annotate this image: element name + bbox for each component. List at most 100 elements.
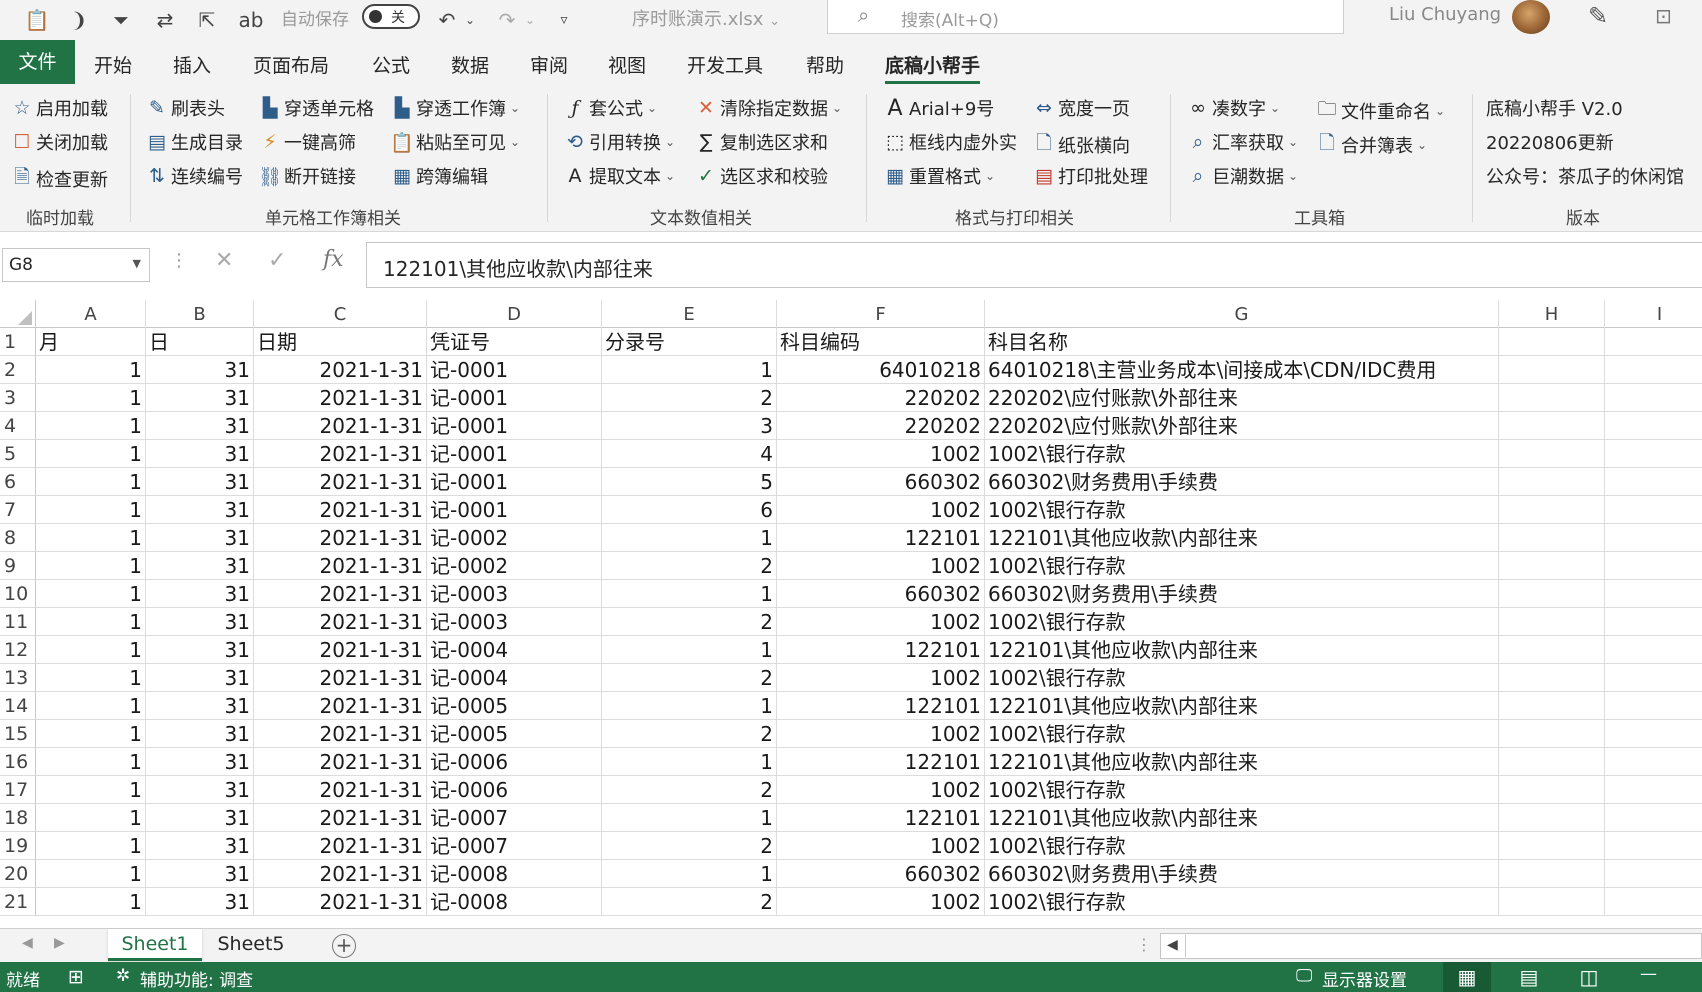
cell-account-name[interactable]: 1002\银行存款 — [985, 776, 1499, 804]
cell-account-code[interactable]: 122101 — [777, 804, 985, 832]
row-number[interactable]: 17 — [0, 776, 36, 804]
cell-day[interactable]: 31 — [146, 524, 254, 552]
cell-day[interactable]: 31 — [146, 552, 254, 580]
cell-account-code[interactable]: 1002 — [777, 776, 985, 804]
cell-entry[interactable]: 1 — [602, 356, 777, 384]
autosave-toggle[interactable]: 关 — [362, 4, 420, 29]
cell-account-code[interactable]: 1002 — [777, 664, 985, 692]
column-header-d[interactable]: D — [427, 300, 602, 328]
page-layout-view-icon[interactable]: ▤ — [1505, 962, 1553, 992]
cell-date[interactable]: 2021-1-31 — [254, 552, 427, 580]
cell-day[interactable]: 31 — [146, 664, 254, 692]
cell-day[interactable]: 31 — [146, 860, 254, 888]
tab-view[interactable]: 视图 — [608, 51, 646, 78]
cell-date[interactable]: 2021-1-31 — [254, 888, 427, 916]
normal-view-icon[interactable]: ▦ — [1443, 962, 1491, 992]
row-number[interactable]: 20 — [0, 860, 36, 888]
close-load-button[interactable]: ☐ 关闭加载 — [10, 129, 108, 155]
row-number[interactable]: 2 — [0, 356, 36, 384]
cell-h[interactable] — [1499, 440, 1605, 468]
cell-voucher[interactable]: 记-0001 — [427, 412, 602, 440]
cell-date[interactable]: 2021-1-31 — [254, 468, 427, 496]
cell-day[interactable]: 31 — [146, 384, 254, 412]
drill-book-button[interactable]: ▙ 穿透工作簿 ⌄ — [390, 95, 520, 121]
cell-month[interactable]: 1 — [36, 748, 146, 776]
cell-date[interactable]: 2021-1-31 — [254, 860, 427, 888]
cell-day[interactable]: 31 — [146, 804, 254, 832]
cell-day[interactable]: 31 — [146, 748, 254, 776]
cell-i[interactable] — [1605, 692, 1702, 720]
row-number[interactable]: 12 — [0, 636, 36, 664]
tab-data[interactable]: 数据 — [451, 51, 489, 78]
cell-voucher[interactable]: 记-0001 — [427, 496, 602, 524]
sheet-tab-sheet5[interactable]: Sheet5 — [204, 929, 298, 961]
cell-account-name[interactable]: 220202\应付账款\外部往来 — [985, 384, 1499, 412]
cell-entry[interactable]: 1 — [602, 860, 777, 888]
cell-i[interactable] — [1605, 664, 1702, 692]
row-number[interactable]: 6 — [0, 468, 36, 496]
check-update-button[interactable]: 🗎 检查更新 — [10, 163, 108, 195]
accessibility-status[interactable]: 辅助功能: 调查 — [140, 966, 253, 991]
cell-account-code[interactable]: 1002 — [777, 720, 985, 748]
cell-h[interactable] — [1499, 524, 1605, 552]
macro-record-icon[interactable]: ⊞ — [68, 966, 84, 988]
column-header-b[interactable]: B — [146, 300, 254, 328]
cell-h[interactable] — [1499, 608, 1605, 636]
cell-entry[interactable]: 2 — [602, 552, 777, 580]
undo-dropdown-icon[interactable]: ⌄ — [462, 6, 478, 34]
cell-date[interactable]: 2021-1-31 — [254, 356, 427, 384]
header-cell-account-code[interactable]: 科目编码 — [777, 328, 985, 356]
landscape-button[interactable]: 🗋 纸张横向 — [1032, 129, 1130, 161]
cell-month[interactable]: 1 — [36, 524, 146, 552]
cell-account-name[interactable]: 1002\银行存款 — [985, 832, 1499, 860]
file-name[interactable]: 序时账演示.xlsx ⌄ — [632, 5, 780, 31]
cell-account-code[interactable]: 122101 — [777, 748, 985, 776]
header-cell-date[interactable]: 日期 — [254, 328, 427, 356]
cell-day[interactable]: 31 — [146, 580, 254, 608]
cell-entry[interactable]: 2 — [602, 664, 777, 692]
cell-day[interactable]: 31 — [146, 720, 254, 748]
cell-day[interactable]: 31 — [146, 356, 254, 384]
cell-voucher[interactable]: 记-0008 — [427, 888, 602, 916]
cell-month[interactable]: 1 — [36, 776, 146, 804]
cell-date[interactable]: 2021-1-31 — [254, 384, 427, 412]
cell-day[interactable]: 31 — [146, 496, 254, 524]
wrap-formula-button[interactable]: ƒ 套公式 ⌄ — [563, 95, 657, 121]
cell-account-code[interactable]: 122101 — [777, 636, 985, 664]
cell-month[interactable]: 1 — [36, 636, 146, 664]
row-number[interactable]: 16 — [0, 748, 36, 776]
cell-account-code[interactable]: 660302 — [777, 468, 985, 496]
row-number[interactable]: 1 — [0, 328, 36, 356]
name-box[interactable]: G8 ▼ — [2, 248, 150, 282]
cell-voucher[interactable]: 记-0002 — [427, 524, 602, 552]
cell-account-code[interactable]: 1002 — [777, 440, 985, 468]
refresh-header-button[interactable]: ✎ 刷表头 — [145, 95, 225, 121]
border-style-button[interactable]: ⬚ 框线内虚外实 — [883, 129, 1017, 155]
cell-voucher[interactable]: 记-0002 — [427, 552, 602, 580]
cell-account-name[interactable]: 1002\银行存款 — [985, 496, 1499, 524]
cell-month[interactable]: 1 — [36, 608, 146, 636]
formula-input[interactable]: 122101\其他应收款\内部往来 — [366, 242, 1702, 288]
cell-voucher[interactable]: 记-0005 — [427, 692, 602, 720]
cell-account-code[interactable]: 1002 — [777, 552, 985, 580]
cell-h[interactable] — [1499, 412, 1605, 440]
cell-entry[interactable]: 1 — [602, 524, 777, 552]
cell-month[interactable]: 1 — [36, 860, 146, 888]
row-number[interactable]: 11 — [0, 608, 36, 636]
cell-account-name[interactable]: 1002\银行存款 — [985, 440, 1499, 468]
cell-account-name[interactable]: 122101\其他应收款\内部往来 — [985, 748, 1499, 776]
reset-format-button[interactable]: ▦ 重置格式 ⌄ — [883, 163, 995, 189]
splitter-handle-icon[interactable]: ⋮ — [1136, 935, 1152, 954]
spell-icon[interactable]: ab — [236, 6, 266, 34]
cell-account-name[interactable]: 122101\其他应收款\内部往来 — [985, 524, 1499, 552]
cell-month[interactable]: 1 — [36, 804, 146, 832]
row-number[interactable]: 14 — [0, 692, 36, 720]
cell-entry[interactable]: 2 — [602, 776, 777, 804]
cell-date[interactable]: 2021-1-31 — [254, 832, 427, 860]
cell-h[interactable] — [1499, 748, 1605, 776]
cell-entry[interactable]: 2 — [602, 888, 777, 916]
more-options-icon[interactable]: ⋮ — [170, 250, 188, 271]
cell-i[interactable] — [1605, 580, 1702, 608]
sheet-next-icon[interactable]: ▶ — [54, 935, 65, 951]
cell-h[interactable] — [1499, 468, 1605, 496]
